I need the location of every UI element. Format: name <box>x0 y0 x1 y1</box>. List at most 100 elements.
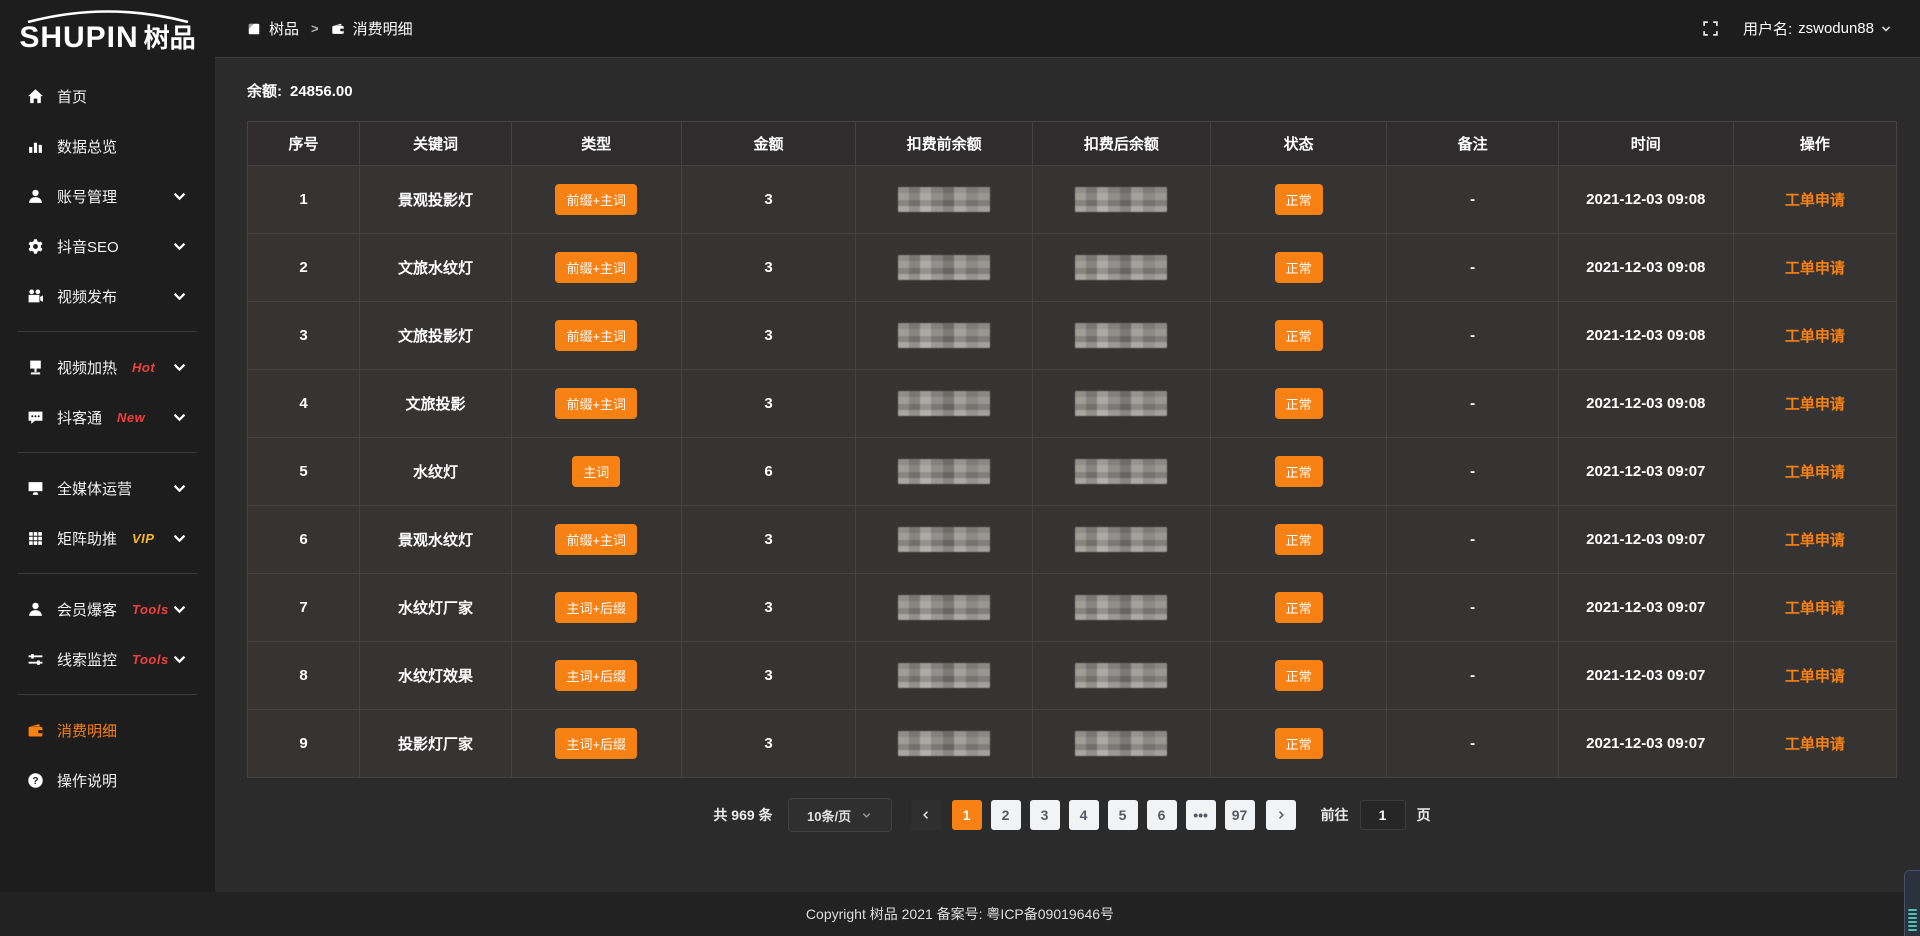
sidebar-item-media-operation[interactable]: 全媒体运营 <box>0 463 215 513</box>
sidebar-item-operation-guide[interactable]: ?操作说明 <box>0 755 215 805</box>
sidebar-item-label: 抖音SEO <box>57 236 119 257</box>
chevron-down-icon <box>171 288 188 305</box>
chevron-down-icon <box>171 601 188 618</box>
status-badge: 正常 <box>1275 660 1323 691</box>
column-header-action: 操作 <box>1733 122 1896 166</box>
fullscreen-icon[interactable] <box>1702 20 1719 37</box>
app-icon <box>247 22 261 36</box>
cell-pre_balance <box>856 438 1032 506</box>
masked-balance-value <box>898 255 990 280</box>
ticket-apply-link[interactable]: 工单申请 <box>1785 464 1845 481</box>
topbar: 树品 > 消费明细 用户名: z <box>215 0 1920 58</box>
gear-icon <box>27 238 44 255</box>
page-button-5[interactable]: 5 <box>1108 800 1138 830</box>
goto-label: 前往 <box>1321 805 1349 825</box>
goto-page-input[interactable] <box>1360 800 1406 830</box>
status-badge: 正常 <box>1275 252 1323 283</box>
sidebar-item-video-publish[interactable]: 视频发布 <box>0 271 215 321</box>
app-window: SHUPIN 树品 首页数据总览账号管理抖音SEO 视频发布视频加热Hot抖客通N… <box>0 0 1920 936</box>
ticket-apply-link[interactable]: 工单申请 <box>1785 396 1845 413</box>
breadcrumb-home-label: 树品 <box>269 18 299 39</box>
masked-balance-value <box>898 391 990 416</box>
cell-index: 8 <box>248 642 360 710</box>
sidebar-item-tag: Tools <box>132 602 169 617</box>
ticket-apply-link[interactable]: 工单申请 <box>1785 736 1845 753</box>
masked-balance-value <box>1075 459 1167 484</box>
prev-page-button[interactable] <box>911 800 941 830</box>
breadcrumb-separator: > <box>311 21 319 36</box>
page-button-4[interactable]: 4 <box>1069 800 1099 830</box>
ticket-apply-link[interactable]: 工单申请 <box>1785 328 1845 345</box>
chevron-down-icon <box>171 530 188 547</box>
breadcrumb-current[interactable]: 消费明细 <box>331 18 413 39</box>
table-row: 4文旅投影前缀+主词3正常-2021-12-03 09:08工单申请 <box>248 370 1897 438</box>
sidebar: SHUPIN 树品 首页数据总览账号管理抖音SEO 视频发布视频加热Hot抖客通N… <box>0 0 215 892</box>
cell-remark: - <box>1387 506 1558 574</box>
ticket-apply-link[interactable]: 工单申请 <box>1785 600 1845 617</box>
sidebar-item-clue-monitor[interactable]: 线索监控Tools <box>0 634 215 684</box>
cell-status: 正常 <box>1210 574 1386 642</box>
ticket-apply-link[interactable]: 工单申请 <box>1785 192 1845 209</box>
ticket-apply-link[interactable]: 工单申请 <box>1785 260 1845 277</box>
monitor-icon <box>27 480 44 497</box>
masked-balance-value <box>1075 663 1167 688</box>
cell-remark: - <box>1387 302 1558 370</box>
sidebar-item-member-burst[interactable]: 会员爆客Tools <box>0 584 215 634</box>
chevron-down-icon <box>171 238 188 255</box>
cell-pre_balance <box>856 370 1032 438</box>
cell-remark: - <box>1387 370 1558 438</box>
masked-balance-value <box>1075 527 1167 552</box>
sidebar-item-data-overview[interactable]: 数据总览 <box>0 121 215 171</box>
logo-cn: 树品 <box>144 25 196 51</box>
next-page-button[interactable] <box>1266 800 1296 830</box>
page-button-97[interactable]: 97 <box>1225 800 1255 830</box>
cell-type: 前缀+主词 <box>511 370 681 438</box>
chevron-down-icon <box>171 409 188 426</box>
brand-logo[interactable]: SHUPIN 树品 <box>0 0 215 55</box>
page-button-2[interactable]: 2 <box>991 800 1021 830</box>
username-menu[interactable]: 用户名: zswodun88 <box>1743 18 1892 39</box>
page-size-select[interactable]: 10条/页 <box>788 798 892 832</box>
masked-balance-value <box>898 731 990 756</box>
cell-time: 2021-12-03 09:07 <box>1558 506 1733 574</box>
cell-type: 前缀+主词 <box>511 302 681 370</box>
ticket-apply-link[interactable]: 工单申请 <box>1785 668 1845 685</box>
cell-keyword: 文旅投影灯 <box>360 302 512 370</box>
chevron-down-icon <box>171 480 188 497</box>
ticket-apply-link[interactable]: 工单申请 <box>1785 532 1845 549</box>
breadcrumb-home[interactable]: 树品 <box>247 18 299 39</box>
sidebar-item-consume-detail[interactable]: 消费明细 <box>0 705 215 755</box>
cell-amount: 3 <box>681 234 856 302</box>
sliders-icon <box>27 651 44 668</box>
sidebar-item-home[interactable]: 首页 <box>0 71 215 121</box>
cell-amount: 3 <box>681 642 856 710</box>
sidebar-item-douyin-seo[interactable]: 抖音SEO <box>0 221 215 271</box>
cell-amount: 3 <box>681 370 856 438</box>
side-toolbar-widget[interactable] <box>1904 870 1920 936</box>
cell-action: 工单申请 <box>1733 710 1896 778</box>
page-button-1[interactable]: 1 <box>952 800 982 830</box>
sidebar-item-doukertong[interactable]: 抖客通New <box>0 392 215 442</box>
masked-balance-value <box>898 187 990 212</box>
sidebar-item-label: 操作说明 <box>57 770 117 791</box>
chevron-down-icon <box>171 651 188 668</box>
page-button-6[interactable]: 6 <box>1147 800 1177 830</box>
page-button-3[interactable]: 3 <box>1030 800 1060 830</box>
cell-time: 2021-12-03 09:07 <box>1558 574 1733 642</box>
sidebar-item-video-heat[interactable]: 视频加热Hot <box>0 342 215 392</box>
column-header-type: 类型 <box>511 122 681 166</box>
cell-remark: - <box>1387 642 1558 710</box>
sidebar-item-account-manage[interactable]: 账号管理 <box>0 171 215 221</box>
more-pages-button[interactable]: ••• <box>1186 800 1216 830</box>
cell-keyword: 水纹灯 <box>360 438 512 506</box>
pagination-total: 共 969 条 <box>713 805 772 825</box>
masked-balance-value <box>898 663 990 688</box>
cell-time: 2021-12-03 09:07 <box>1558 438 1733 506</box>
sidebar-item-label: 消费明细 <box>57 720 117 741</box>
status-badge: 正常 <box>1275 524 1323 555</box>
sidebar-item-matrix-boost[interactable]: 矩阵助推VIP <box>0 513 215 563</box>
cell-post_balance <box>1032 234 1210 302</box>
cell-action: 工单申请 <box>1733 506 1896 574</box>
cell-index: 5 <box>248 438 360 506</box>
masked-balance-value <box>1075 731 1167 756</box>
